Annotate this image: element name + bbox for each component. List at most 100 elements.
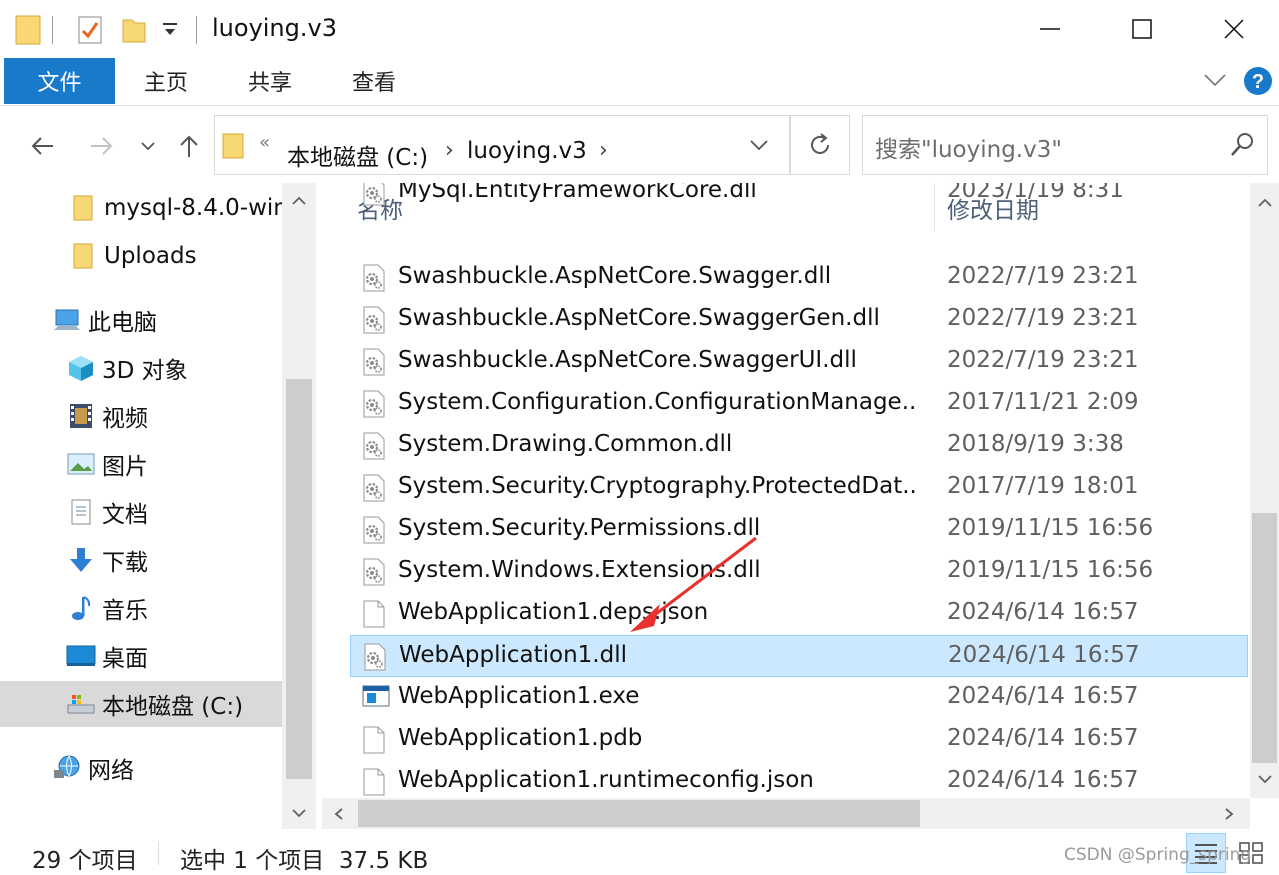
file-row[interactable]: WebApplication1.pdb 2024/6/14 16:57 (350, 719, 1248, 761)
document-icon (66, 497, 96, 527)
forward-arrow-icon (91, 137, 113, 155)
dll-icon (362, 183, 386, 206)
search-icon[interactable] (1229, 130, 1257, 162)
nav-pane-scrollbar[interactable] (282, 183, 316, 829)
nav-item-uploads[interactable]: Uploads (0, 233, 282, 279)
close-icon (1224, 19, 1244, 39)
up-button[interactable] (174, 129, 204, 163)
file-name: System.Drawing.Common.dll (398, 431, 733, 457)
nav-item-label: 3D 对象 (102, 358, 188, 384)
maximize-button[interactable] (1096, 0, 1188, 58)
breadcrumb-chevron-icon[interactable]: › (445, 138, 454, 163)
back-button[interactable] (26, 129, 58, 163)
file-date: 2024/6/14 16:57 (947, 767, 1139, 793)
minimize-icon (1040, 28, 1060, 30)
nav-item-desktop[interactable]: 桌面 (0, 633, 282, 679)
search-placeholder[interactable]: 搜索"luoying.v3" (875, 130, 1062, 164)
file-date: 2024/6/14 16:57 (948, 642, 1140, 668)
file-row[interactable]: MySql.EntityFrameworkCore.dll 2023/1/19 8… (350, 183, 1248, 213)
file-row[interactable]: System.Configuration.ConfigurationManage… (350, 383, 1248, 425)
recent-locations-button[interactable] (136, 129, 160, 163)
file-date: 2018/9/19 3:38 (947, 431, 1124, 457)
nav-item-mysql[interactable]: mysql-8.4.0-win (0, 185, 282, 231)
back-arrow-icon (31, 137, 53, 155)
file-row[interactable]: System.Drawing.Common.dll 2018/9/19 3:38 (350, 425, 1248, 467)
scroll-down-icon[interactable] (1256, 771, 1274, 790)
tab-share[interactable]: 共享 (222, 58, 318, 104)
file-name: WebApplication1.pdb (398, 725, 643, 751)
file-row[interactable]: Swashbuckle.AspNetCore.SwaggerUI.dll 2022… (350, 341, 1248, 383)
breadcrumb-drive[interactable]: 本地磁盘 (C:) (287, 138, 428, 172)
nav-item-label: 图片 (102, 454, 148, 480)
file-row[interactable]: WebApplication1.exe 2024/6/14 16:57 (350, 677, 1248, 719)
file-list: ^ 名称 修改日期 MySql.EntityFrameworkCore.dll 2… (322, 183, 1250, 798)
dll-icon (362, 516, 386, 544)
nav-item-label: 音乐 (102, 598, 148, 624)
tab-home[interactable]: 主页 (118, 58, 214, 104)
nav-item-downloads[interactable]: 下载 (0, 537, 282, 583)
file-row[interactable]: System.Windows.Extensions.dll 2019/11/15 … (350, 551, 1248, 593)
nav-item-this-pc[interactable]: 此电脑 (0, 297, 282, 343)
scrollbar-thumb[interactable] (358, 800, 920, 827)
breadcrumb-chevron-icon[interactable]: › (599, 138, 608, 163)
scroll-down-icon[interactable] (290, 805, 308, 824)
file-list-scrollbar[interactable] (1250, 183, 1279, 798)
customize-dropdown-icon[interactable] (160, 20, 180, 44)
search-box[interactable]: 搜索"luoying.v3" (862, 115, 1268, 175)
exe-icon (362, 684, 390, 712)
horizontal-scrollbar[interactable] (322, 798, 1250, 829)
pictures-icon (66, 449, 96, 479)
refresh-button[interactable] (790, 115, 850, 175)
file-date: 2024/6/14 16:57 (947, 725, 1139, 751)
nav-item-pictures[interactable]: 图片 (0, 441, 282, 487)
selection-info: 选中 1 个项目 37.5 KB (180, 848, 429, 874)
tab-file[interactable]: 文件 (4, 58, 115, 104)
nav-item-label: 网络 (88, 758, 134, 784)
file-row[interactable]: WebApplication1.deps.json 2024/6/14 16:57 (350, 593, 1248, 635)
tab-view[interactable]: 查看 (326, 58, 422, 104)
watermark: CSDN @Spring_spring (1064, 845, 1252, 865)
nav-item-label: mysql-8.4.0-win (104, 195, 282, 221)
file-name: System.Security.Cryptography.ProtectedDa… (398, 473, 918, 499)
scroll-up-icon[interactable] (1256, 195, 1274, 214)
breadcrumb-overflow[interactable]: « (259, 132, 270, 153)
folder-icon[interactable] (14, 14, 42, 50)
help-icon[interactable]: ? (1243, 66, 1273, 100)
properties-icon[interactable] (76, 14, 104, 50)
close-button[interactable] (1188, 0, 1279, 58)
nav-item-documents[interactable]: 文档 (0, 489, 282, 535)
divider (196, 16, 197, 44)
nav-item-label: Uploads (104, 243, 197, 269)
scroll-left-icon[interactable] (332, 806, 346, 826)
minimize-button[interactable] (1004, 0, 1096, 58)
file-icon (362, 726, 386, 754)
file-date: 2024/6/14 16:57 (947, 683, 1139, 709)
file-row[interactable]: Swashbuckle.AspNetCore.Swagger.dll 2022/7… (350, 257, 1248, 299)
file-name: Swashbuckle.AspNetCore.SwaggerGen.dll (398, 305, 880, 331)
scroll-right-icon[interactable] (1222, 806, 1236, 826)
file-row[interactable]: WebApplication1.dll 2024/6/14 16:57 (350, 635, 1248, 677)
scrollbar-thumb[interactable] (1252, 513, 1277, 763)
file-icon (362, 600, 386, 628)
file-row[interactable]: System.Security.Cryptography.ProtectedDa… (350, 467, 1248, 509)
forward-button[interactable] (86, 129, 118, 163)
nav-item-local-disk[interactable]: 本地磁盘 (C:) (0, 681, 282, 727)
divider (52, 16, 53, 44)
new-folder-icon[interactable] (120, 14, 148, 50)
scrollbar-thumb[interactable] (286, 379, 312, 779)
file-row[interactable]: Swashbuckle.AspNetCore.SwaggerGen.dll 202… (350, 299, 1248, 341)
address-history-button[interactable] (728, 115, 790, 175)
scroll-up-icon[interactable] (290, 193, 308, 212)
expand-ribbon-icon[interactable] (1202, 70, 1228, 94)
nav-item-music[interactable]: 音乐 (0, 585, 282, 631)
nav-item-label: 视频 (102, 406, 148, 432)
breadcrumb-folder[interactable]: luoying.v3 (467, 138, 587, 164)
nav-item-label: 桌面 (102, 646, 148, 672)
title-bar: luoying.v3 (0, 0, 1279, 58)
address-bar[interactable]: « 本地磁盘 (C:) › luoying.v3 › (214, 115, 790, 175)
file-row[interactable]: WebApplication1.runtimeconfig.json 2024/6… (350, 761, 1248, 798)
nav-item-videos[interactable]: 视频 (0, 393, 282, 439)
file-row[interactable]: System.Security.Permissions.dll 2019/11/1… (350, 509, 1248, 551)
nav-item-network[interactable]: 网络 (0, 745, 282, 791)
nav-item-3d-objects[interactable]: 3D 对象 (0, 345, 282, 391)
